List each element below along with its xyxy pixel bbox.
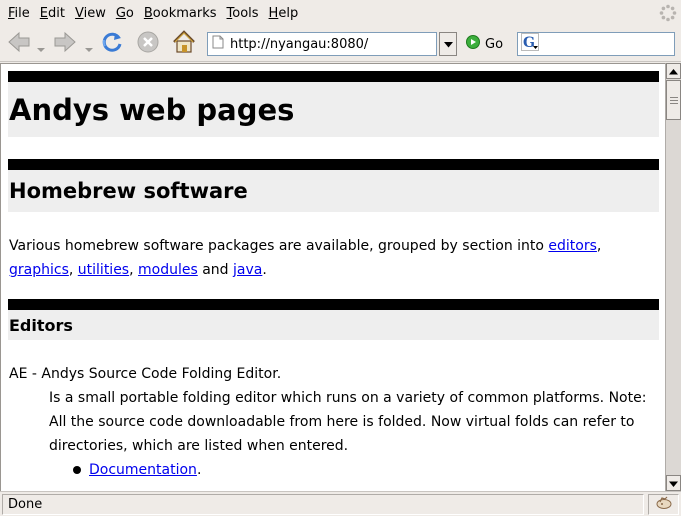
go-arrow-icon xyxy=(466,35,480,53)
thumb-grip xyxy=(670,97,678,98)
chevron-up-icon xyxy=(669,64,678,79)
list-item: Documentation. xyxy=(8,458,659,482)
stop-button[interactable] xyxy=(135,30,161,58)
link-editors[interactable]: editors xyxy=(548,238,597,254)
section-band: Homebrew software xyxy=(8,170,659,212)
thumb-grip xyxy=(670,100,678,101)
throbber-icon xyxy=(657,2,679,24)
document-body: Andys web pages Homebrew software Variou… xyxy=(8,64,659,482)
menu-file[interactable]: File xyxy=(4,6,34,21)
intro-paragraph: Various homebrew software packages are a… xyxy=(9,238,602,278)
security-status[interactable] xyxy=(648,494,679,515)
ae-description: Is a small portable folding editor which… xyxy=(49,390,647,454)
home-icon xyxy=(170,28,198,60)
go-button[interactable]: Go xyxy=(466,34,503,54)
link-documentation[interactable]: Documentation xyxy=(89,458,197,482)
search-bar[interactable]: G xyxy=(517,32,675,56)
link-java[interactable]: java xyxy=(233,262,262,278)
ae-title: AE - Andys Source Code Folding Editor. xyxy=(9,366,282,382)
home-button[interactable] xyxy=(170,30,198,58)
forward-arrow-icon xyxy=(52,29,78,59)
menu-edit[interactable]: Edit xyxy=(36,6,69,21)
section-rule xyxy=(8,159,659,170)
url-history-dropdown[interactable] xyxy=(439,32,457,56)
status-text: Done xyxy=(2,494,644,515)
link-modules[interactable]: modules xyxy=(138,262,198,278)
url-input[interactable] xyxy=(230,36,420,52)
section-title: Homebrew software xyxy=(9,179,248,203)
search-engine-icon[interactable]: G xyxy=(521,33,539,55)
subsection-title: Editors xyxy=(9,315,73,335)
scroll-down-button[interactable] xyxy=(666,475,681,491)
online-status-icon xyxy=(655,496,673,514)
chevron-down-icon xyxy=(669,476,678,491)
page-content: Andys web pages Homebrew software Variou… xyxy=(0,63,665,491)
menu-bar: File Edit View Go Bookmarks Tools Help xyxy=(0,0,681,26)
title-rule xyxy=(8,71,659,82)
menu-tools[interactable]: Tools xyxy=(223,6,263,21)
back-history-chevron-down-icon[interactable] xyxy=(37,42,45,52)
link-utilities[interactable]: utilities xyxy=(78,262,129,278)
subsection-rule xyxy=(8,299,659,310)
svg-text:G: G xyxy=(523,35,535,51)
forward-history-chevron-down-icon[interactable] xyxy=(85,42,93,52)
link-graphics[interactable]: graphics xyxy=(9,262,69,278)
page-icon xyxy=(212,35,224,53)
back-button[interactable] xyxy=(6,30,32,58)
scroll-thumb[interactable] xyxy=(666,80,681,120)
vertical-scrollbar[interactable] xyxy=(665,63,681,491)
search-input[interactable] xyxy=(543,36,661,52)
reload-button[interactable] xyxy=(99,30,125,58)
subsection-band: Editors xyxy=(8,310,659,340)
title-band: Andys web pages xyxy=(8,82,659,137)
page-title: Andys web pages xyxy=(9,92,295,127)
chevron-down-icon xyxy=(443,37,453,52)
menu-go[interactable]: Go xyxy=(112,6,138,21)
status-bar: Done xyxy=(0,491,681,516)
back-arrow-icon xyxy=(6,29,32,59)
menu-help[interactable]: Help xyxy=(265,6,303,21)
menu-bookmarks[interactable]: Bookmarks xyxy=(140,6,221,21)
scroll-up-button[interactable] xyxy=(666,63,681,79)
reload-icon xyxy=(99,29,125,59)
menu-view[interactable]: View xyxy=(71,6,110,21)
thumb-grip xyxy=(670,103,678,104)
bullet-icon xyxy=(73,466,81,474)
address-bar[interactable] xyxy=(207,32,437,56)
stop-icon xyxy=(135,29,161,59)
go-label: Go xyxy=(485,36,504,52)
forward-button[interactable] xyxy=(52,30,78,58)
